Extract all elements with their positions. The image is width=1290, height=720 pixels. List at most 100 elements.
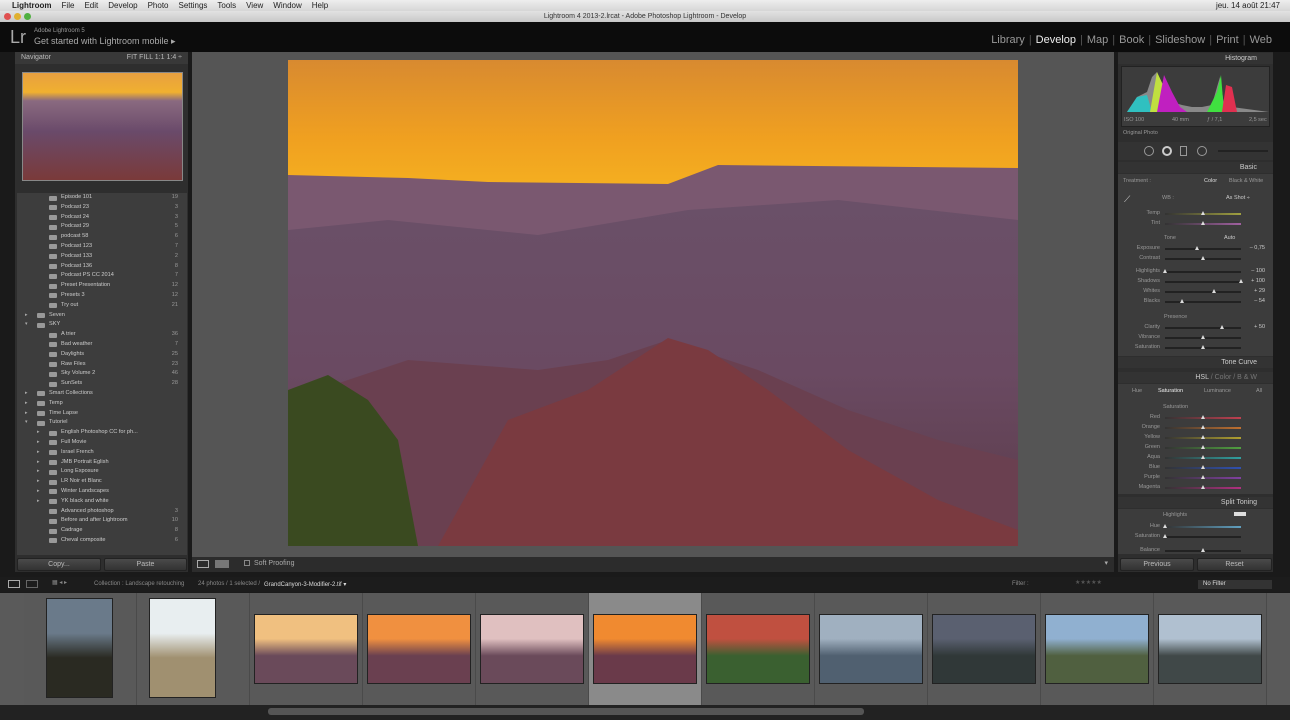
module-book[interactable]: Book (1119, 34, 1144, 46)
expanded-arrow-icon[interactable]: ▾ (25, 320, 28, 330)
filmstrip-thumbnail[interactable] (480, 614, 584, 684)
collection-item[interactable]: Try out 21 (17, 301, 187, 311)
collapsed-arrow-icon[interactable]: ▸ (25, 311, 28, 321)
collapsed-arrow-icon[interactable]: ▸ (25, 409, 28, 419)
menu-window[interactable]: Window (273, 1, 301, 10)
collection-item[interactable]: Cheval composite 6 (17, 536, 187, 546)
temp-slider-thumb[interactable] (1201, 211, 1205, 215)
collection-item[interactable]: Podcast 24 3 (17, 213, 187, 223)
collapsed-arrow-icon[interactable]: ▸ (37, 448, 40, 458)
rating-filter-stars[interactable]: ★★★★★ (1075, 579, 1102, 586)
contrast-slider-thumb[interactable] (1201, 256, 1205, 260)
filmstrip-thumbnail[interactable] (819, 614, 923, 684)
collection-item[interactable]: Bad weather 7 (17, 340, 187, 350)
hsl-header[interactable]: HSL / Color / B & W (1118, 372, 1273, 383)
module-web[interactable]: Web (1250, 34, 1272, 46)
menu-help[interactable]: Help (312, 1, 328, 10)
clarity-value[interactable]: + 50 (1254, 324, 1265, 330)
highlights-slider[interactable] (1163, 269, 1241, 273)
highlight-color-swatch[interactable] (1234, 512, 1246, 516)
collapsed-arrow-icon[interactable]: ▸ (37, 458, 40, 468)
previous-button[interactable]: Previous (1120, 558, 1194, 571)
shadows-value[interactable]: + 100 (1251, 278, 1265, 284)
copy-button[interactable]: Copy... (17, 558, 101, 571)
menu-settings[interactable]: Settings (179, 1, 208, 10)
module-map[interactable]: Map (1087, 34, 1108, 46)
split-saturation-slider-thumb[interactable] (1163, 534, 1167, 538)
clarity-slider-thumb[interactable] (1220, 325, 1224, 329)
mobile-link[interactable]: Get started with Lightroom mobile ▸ (34, 36, 176, 47)
tone-curve-header[interactable]: Tone Curve (1118, 357, 1273, 368)
collapsed-arrow-icon[interactable]: ▸ (37, 467, 40, 477)
file-name[interactable]: GrandCanyon-3-Modifier-2.tif ▾ (264, 581, 346, 588)
second-window-icon[interactable] (26, 580, 38, 588)
hsl-green-slider[interactable] (1165, 445, 1241, 449)
split-saturation-slider[interactable] (1163, 534, 1241, 538)
collapsed-arrow-icon[interactable]: ▸ (37, 487, 40, 497)
collection-item[interactable]: Before and after Lightroom 10 (17, 516, 187, 526)
menu-view[interactable]: View (246, 1, 263, 10)
bw-tab[interactable]: B & W (1237, 374, 1257, 381)
whites-slider-thumb[interactable] (1212, 289, 1217, 293)
whites-slider[interactable] (1165, 289, 1241, 293)
collapsed-arrow-icon[interactable]: ▸ (37, 497, 40, 507)
expanded-arrow-icon[interactable]: ▾ (25, 418, 28, 428)
vibrance-slider-thumb[interactable] (1201, 335, 1205, 339)
split-balance-slider[interactable] (1165, 548, 1241, 552)
collapsed-arrow-icon[interactable]: ▸ (37, 428, 40, 438)
main-window-icon[interactable] (8, 580, 20, 588)
original-photo-checkbox[interactable]: Original Photo (1123, 130, 1158, 136)
shadows-slider-thumb[interactable] (1239, 279, 1243, 283)
wb-select[interactable]: As Shot ÷ (1226, 195, 1250, 201)
collection-item[interactable]: Podcast 136 8 (17, 262, 187, 272)
collapsed-arrow-icon[interactable]: ▸ (37, 438, 40, 448)
hsl-orange-slider[interactable] (1165, 425, 1241, 429)
scrollbar-thumb[interactable] (268, 708, 864, 715)
filmstrip-cell[interactable] (137, 593, 250, 705)
hsl-red-slider[interactable] (1165, 415, 1241, 419)
collection-item[interactable]: ▸ JMB Portrait Eglish (17, 458, 187, 468)
highlights-value[interactable]: – 100 (1251, 268, 1265, 274)
collection-source[interactable]: Collection : Landscape retouching (94, 581, 184, 587)
collapsed-arrow-icon[interactable]: ▸ (25, 399, 28, 409)
filmstrip-thumbnail[interactable] (46, 598, 113, 698)
basic-header[interactable]: Basic (1118, 162, 1273, 173)
collection-item[interactable]: Podcast 23 3 (17, 203, 187, 213)
hsl-orange-slider-thumb[interactable] (1201, 425, 1205, 429)
before-after-icon[interactable] (215, 560, 229, 568)
navigator-zoom-options[interactable]: FIT FILL 1:1 1:4 ÷ (127, 52, 182, 64)
collection-item[interactable]: Advanced photoshop 3 (17, 507, 187, 517)
saturation-slider[interactable] (1165, 345, 1241, 349)
spot-removal-icon[interactable] (1162, 146, 1172, 156)
filmstrip-cell[interactable] (589, 593, 702, 705)
module-print[interactable]: Print (1216, 34, 1239, 46)
collection-item[interactable]: podcast 58 6 (17, 232, 187, 242)
menu-tools[interactable]: Tools (217, 1, 236, 10)
collection-item[interactable]: Preset Presentation 12 (17, 281, 187, 291)
brush-slider[interactable] (1218, 150, 1268, 152)
radial-filter-icon[interactable] (1197, 146, 1207, 156)
collection-item[interactable]: Daylights 25 (17, 350, 187, 360)
hsl-green-slider-thumb[interactable] (1201, 445, 1205, 449)
blacks-slider[interactable] (1165, 299, 1241, 303)
shadows-slider[interactable] (1165, 279, 1243, 283)
collection-item[interactable]: ▸ Long Exposure (17, 467, 187, 477)
loupe-view-icon[interactable] (197, 560, 209, 568)
menu-lightroom[interactable]: Lightroom (12, 1, 52, 10)
filmstrip-cell[interactable] (702, 593, 815, 705)
filmstrip-thumbnail[interactable] (706, 614, 810, 684)
collection-item[interactable]: Raw Files 23 (17, 360, 187, 370)
clarity-slider[interactable] (1165, 325, 1241, 329)
collection-item[interactable]: ▸ Full Movie (17, 438, 187, 448)
filmstrip-cell[interactable] (24, 593, 137, 705)
filmstrip-cell[interactable] (1041, 593, 1154, 705)
crop-tool-icon[interactable] (1144, 146, 1154, 156)
filmstrip-thumbnail[interactable] (149, 598, 216, 698)
module-slideshow[interactable]: Slideshow (1155, 34, 1205, 46)
contrast-slider[interactable] (1165, 256, 1241, 260)
exposure-value[interactable]: – 0,75 (1250, 245, 1265, 251)
navigator-header[interactable]: Navigator FIT FILL 1:1 1:4 ÷ (15, 52, 188, 64)
whites-value[interactable]: + 29 (1254, 288, 1265, 294)
filmstrip-cell[interactable] (815, 593, 928, 705)
collection-item[interactable]: Podcast PS CC 2014 7 (17, 271, 187, 281)
